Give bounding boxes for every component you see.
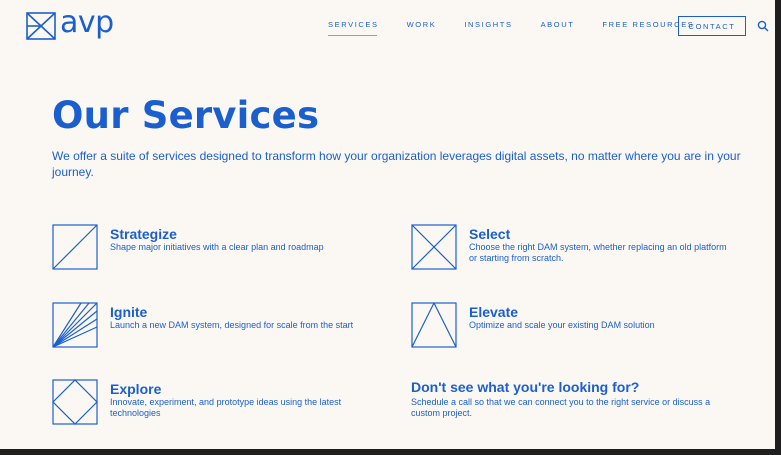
- logo-mark-icon: [26, 12, 56, 40]
- page-title: Our Services: [52, 94, 320, 137]
- service-title[interactable]: Strategize: [110, 226, 177, 242]
- service-title[interactable]: Explore: [110, 381, 161, 397]
- service-select[interactable]: Select Choose the right DAM system, whet…: [411, 224, 731, 274]
- site-header: avp SERVICES WORK INSIGHTS ABOUT FREE RE…: [0, 0, 775, 52]
- service-title[interactable]: Elevate: [469, 304, 518, 320]
- page: avp SERVICES WORK INSIGHTS ABOUT FREE RE…: [0, 0, 775, 449]
- service-description: Launch a new DAM system, designed for sc…: [110, 320, 354, 330]
- service-strategize[interactable]: Strategize Shape major initiatives with …: [52, 224, 372, 274]
- nav-item-insights[interactable]: INSIGHTS: [464, 20, 512, 30]
- nav-item-about[interactable]: ABOUT: [541, 20, 575, 30]
- service-elevate[interactable]: Elevate Optimize and scale your existing…: [411, 302, 731, 352]
- contact-button[interactable]: CONTACT: [678, 16, 746, 36]
- service-title[interactable]: Select: [469, 226, 510, 242]
- main-nav: SERVICES WORK INSIGHTS ABOUT FREE RESOUR…: [328, 20, 722, 36]
- strategize-icon: [52, 224, 98, 270]
- cta-description: Schedule a call so that we can connect y…: [411, 397, 711, 418]
- intro-text: We offer a suite of services designed to…: [52, 149, 741, 179]
- select-icon: [411, 224, 457, 270]
- service-description: Optimize and scale your existing DAM sol…: [469, 320, 655, 330]
- search-icon[interactable]: [757, 20, 769, 32]
- nav-item-services[interactable]: SERVICES: [328, 20, 379, 36]
- explore-icon: [52, 379, 98, 425]
- logo-wordmark: avp: [60, 5, 114, 40]
- service-description: Innovate, experiment, and prototype idea…: [110, 397, 342, 418]
- nav-item-work[interactable]: WORK: [407, 20, 437, 30]
- service-explore[interactable]: Explore Innovate, experiment, and protot…: [52, 379, 372, 429]
- service-title[interactable]: Ignite: [110, 304, 147, 320]
- service-description: Shape major initiatives with a clear pla…: [110, 242, 324, 252]
- cta-title[interactable]: Don't see what you're looking for?: [411, 379, 731, 395]
- service-ignite[interactable]: Ignite Launch a new DAM system, designed…: [52, 302, 372, 352]
- service-description: Choose the right DAM system, whether rep…: [469, 242, 727, 263]
- elevate-icon: [411, 302, 457, 348]
- ignite-icon: [52, 302, 98, 348]
- custom-service-cta: Don't see what you're looking for? Sched…: [411, 379, 731, 419]
- avp-logo[interactable]: avp: [26, 5, 114, 42]
